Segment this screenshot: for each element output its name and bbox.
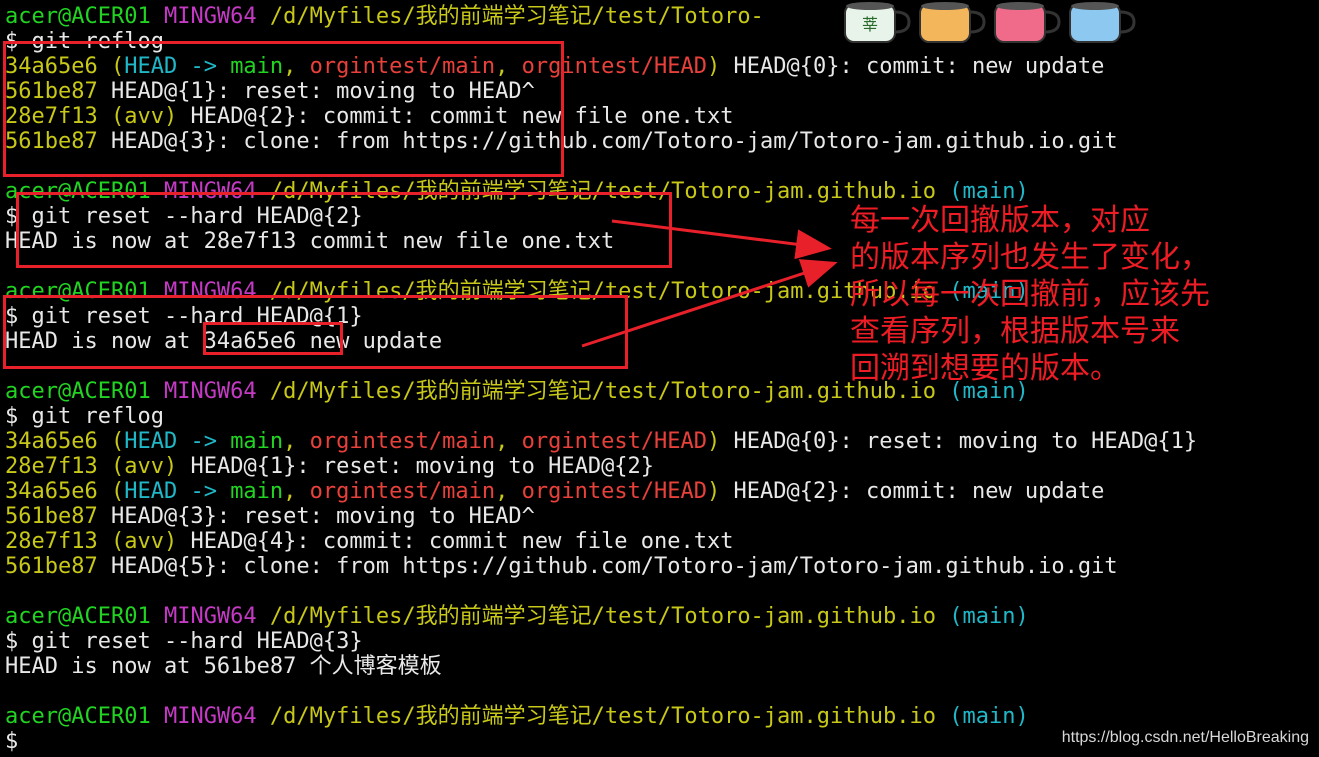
ref-main: main <box>230 429 284 454</box>
commit-hash: 34a65e6 <box>5 429 98 454</box>
command-text: $ <box>5 729 19 754</box>
prompt-path: /d/Myfiles/我的前端学习笔记/test/Totoro-jam.gith… <box>269 704 936 729</box>
ref-arrow: -> <box>177 479 231 504</box>
ref-remote-main: orgintest/main <box>309 429 496 454</box>
cup-icon <box>1069 2 1136 43</box>
ref-main: main <box>230 479 284 504</box>
commit-hash: 28e7f13 <box>5 529 98 554</box>
cup-stickers: 莘 <box>844 2 1136 43</box>
reflog-message: HEAD@{1}: reset: moving to HEAD@{2} <box>177 454 655 479</box>
commit-hash: 561be87 <box>5 554 98 579</box>
highlight-box-hash <box>203 322 343 355</box>
ref-head: HEAD <box>124 429 178 454</box>
output-line: HEAD is now at 561be87 个人博客模板 <box>5 654 442 679</box>
output-text: HEAD is now at 561be87 个人博客模板 <box>5 654 442 679</box>
ref-arrow: -> <box>177 429 231 454</box>
ref-remote-head: orgintest/HEAD <box>521 429 708 454</box>
highlight-box-reflog-1 <box>3 41 564 177</box>
reflog-message: HEAD@{0}: reset: moving to HEAD@{1} <box>720 429 1198 454</box>
prompt-branch: (main) <box>949 704 1029 729</box>
prompt-env: MINGW64 <box>163 604 257 629</box>
prompt-path: /d/Myfiles/我的前端学习笔记/test/Totoro-jam.gith… <box>269 604 936 629</box>
prompt-branch: (main) <box>949 604 1029 629</box>
reflog-entry: 34a65e6 (HEAD -> main, orgintest/main, o… <box>5 479 1105 504</box>
ref-head: HEAD <box>124 479 178 504</box>
annotation-note: 每一次回撤版本，对应 的版本序列也发生了变化， 所以每一次回撤前，应该先 查看序… <box>850 203 1210 386</box>
ref-sep: , <box>283 479 310 504</box>
watermark: https://blog.csdn.net/HelloBreaking <box>1061 729 1309 746</box>
ref-sep: , <box>495 429 522 454</box>
ref-remote-head: orgintest/HEAD <box>521 479 708 504</box>
reflog-entry: 561be87 HEAD@{5}: clone: from https://gi… <box>5 554 1118 579</box>
commit-hash: 28e7f13 <box>5 454 98 479</box>
reflog-message: HEAD@{3}: reset: moving to HEAD^ <box>97 504 535 529</box>
commit-hash: 561be87 <box>5 504 98 529</box>
commit-hash: 34a65e6 <box>5 479 98 504</box>
reflog-entry: 561be87 HEAD@{3}: reset: moving to HEAD^ <box>5 504 535 529</box>
prompt-user: acer@ACER01 <box>5 4 151 29</box>
cup-icon <box>994 2 1061 43</box>
prompt-line: acer@ACER01 MINGW64 /d/Myfiles/我的前端学习笔记/… <box>5 704 1029 729</box>
reflog-message: HEAD@{2}: commit: new update <box>720 479 1105 504</box>
command-text: $ git reflog <box>5 404 164 429</box>
prompt-user: acer@ACER01 <box>5 704 151 729</box>
ref-sep: , <box>283 429 310 454</box>
command-line: $ <box>5 729 18 754</box>
prompt-path: /d/Myfiles/我的前端学习笔记/test/Totoro- <box>269 4 764 29</box>
reflog-entry: 28e7f13 (avv) HEAD@{1}: reset: moving to… <box>5 454 655 479</box>
command-line: $ git reflog <box>5 404 164 429</box>
prompt-line: acer@ACER01 MINGW64 /d/Myfiles/我的前端学习笔记/… <box>5 4 764 29</box>
prompt-line: acer@ACER01 MINGW64 /d/Myfiles/我的前端学习笔记/… <box>5 604 1029 629</box>
prompt-path: /d/Myfiles/我的前端学习笔记/test/Totoro-jam.gith… <box>269 379 936 404</box>
ref-tag: avv <box>124 454 164 479</box>
prompt-env: MINGW64 <box>163 704 257 729</box>
prompt-env: MINGW64 <box>163 379 257 404</box>
prompt-user: acer@ACER01 <box>5 379 151 404</box>
prompt-env: MINGW64 <box>163 4 257 29</box>
prompt-branch: (main) <box>949 179 1029 204</box>
ref-sep: , <box>495 479 522 504</box>
svg-text:莘: 莘 <box>862 15 878 34</box>
reflog-entry: 28e7f13 (avv) HEAD@{4}: commit: commit n… <box>5 529 734 554</box>
reflog-message: HEAD@{5}: clone: from https://github.com… <box>97 554 1118 579</box>
reflog-message: HEAD@{0}: commit: new update <box>720 54 1105 79</box>
command-text: $ git reset --hard HEAD@{3} <box>5 629 363 654</box>
command-line: $ git reset --hard HEAD@{3} <box>5 629 363 654</box>
ref-tag: avv <box>124 529 164 554</box>
cup-icon: 莘 <box>844 2 911 43</box>
reflog-entry: 34a65e6 (HEAD -> main, orgintest/main, o… <box>5 429 1198 454</box>
highlight-box-reset-2 <box>16 192 672 268</box>
ref-remote-main: orgintest/main <box>309 479 496 504</box>
prompt-user: acer@ACER01 <box>5 604 151 629</box>
cup-icon <box>919 2 986 43</box>
reflog-message: HEAD@{4}: commit: commit new file one.tx… <box>177 529 734 554</box>
